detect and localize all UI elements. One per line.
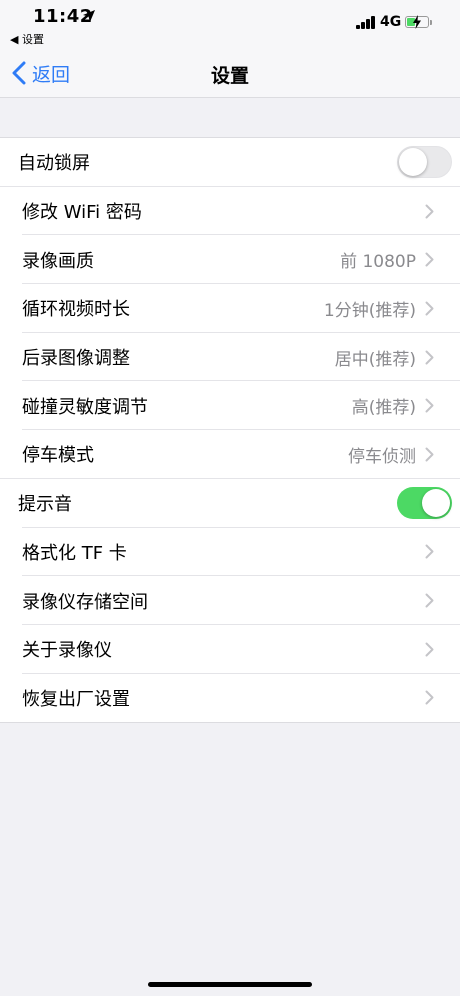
setting-wifi-password[interactable]: 修改 WiFi 密码 — [0, 187, 460, 236]
setting-label: 自动锁屏 — [18, 153, 90, 175]
setting-rear-image-adjust[interactable]: 后录图像调整 居中(推荐) — [0, 333, 460, 382]
chevron-right-icon — [425, 252, 434, 267]
prompt-sound-toggle[interactable] — [397, 487, 452, 520]
setting-prompt-sound: 提示音 — [0, 479, 460, 528]
status-bar: 11:42 ◀ 设置 4G — [0, 0, 460, 50]
setting-value: 前 1080P — [340, 252, 416, 273]
setting-label: 提示音 — [18, 494, 72, 516]
setting-format-tf-card[interactable]: 格式化 TF 卡 — [0, 528, 460, 577]
setting-label: 关于录像仪 — [22, 640, 112, 662]
setting-label: 录像画质 — [22, 250, 94, 272]
charging-bolt-icon — [413, 15, 421, 29]
network-type: 4G — [380, 14, 402, 30]
setting-label: 后录图像调整 — [22, 348, 130, 370]
setting-label: 碰撞灵敏度调节 — [22, 396, 148, 418]
setting-video-quality[interactable]: 录像画质 前 1080P — [0, 235, 460, 284]
setting-collision-sensitivity[interactable]: 碰撞灵敏度调节 高(推荐) — [0, 381, 460, 430]
setting-storage-space[interactable]: 录像仪存储空间 — [0, 576, 460, 625]
chevron-right-icon — [425, 544, 434, 559]
setting-value: 居中(推荐) — [334, 349, 416, 370]
chevron-right-icon — [425, 447, 434, 462]
back-to-app-link[interactable]: ◀ 设置 — [10, 31, 44, 47]
battery-tip — [430, 20, 432, 25]
setting-label: 循环视频时长 — [22, 299, 130, 321]
setting-label: 停车模式 — [22, 445, 94, 467]
chevron-right-icon — [425, 204, 434, 219]
setting-label: 录像仪存储空间 — [22, 591, 148, 613]
setting-auto-lock: 自动锁屏 — [0, 138, 460, 187]
auto-lock-toggle[interactable] — [397, 146, 452, 179]
setting-label: 格式化 TF 卡 — [22, 542, 127, 564]
chevron-right-icon — [425, 350, 434, 365]
setting-label: 修改 WiFi 密码 — [22, 202, 142, 224]
setting-factory-reset[interactable]: 恢复出厂设置 — [0, 674, 460, 723]
settings-list: 自动锁屏 修改 WiFi 密码 录像画质 前 1080P 循环视频时长 1分钟(… — [0, 137, 460, 724]
setting-label: 恢复出厂设置 — [22, 688, 130, 710]
setting-value: 停车侦测 — [348, 446, 416, 467]
chevron-right-icon — [425, 301, 434, 316]
setting-value: 1分钟(推荐) — [323, 300, 416, 321]
location-arrow-icon — [83, 10, 95, 22]
chevron-right-icon — [425, 642, 434, 657]
chevron-right-icon — [425, 593, 434, 608]
navigation-bar: 返回 设置 — [0, 50, 460, 98]
cellular-signal-icon — [356, 15, 376, 29]
setting-about-recorder[interactable]: 关于录像仪 — [0, 625, 460, 674]
page-title: 设置 — [210, 65, 249, 87]
chevron-right-icon — [425, 398, 434, 413]
setting-parking-mode[interactable]: 停车模式 停车侦测 — [0, 430, 460, 479]
setting-value: 高(推荐) — [351, 398, 416, 419]
home-indicator[interactable] — [148, 982, 312, 987]
setting-loop-duration[interactable]: 循环视频时长 1分钟(推荐) — [0, 284, 460, 333]
chevron-right-icon — [425, 690, 434, 705]
